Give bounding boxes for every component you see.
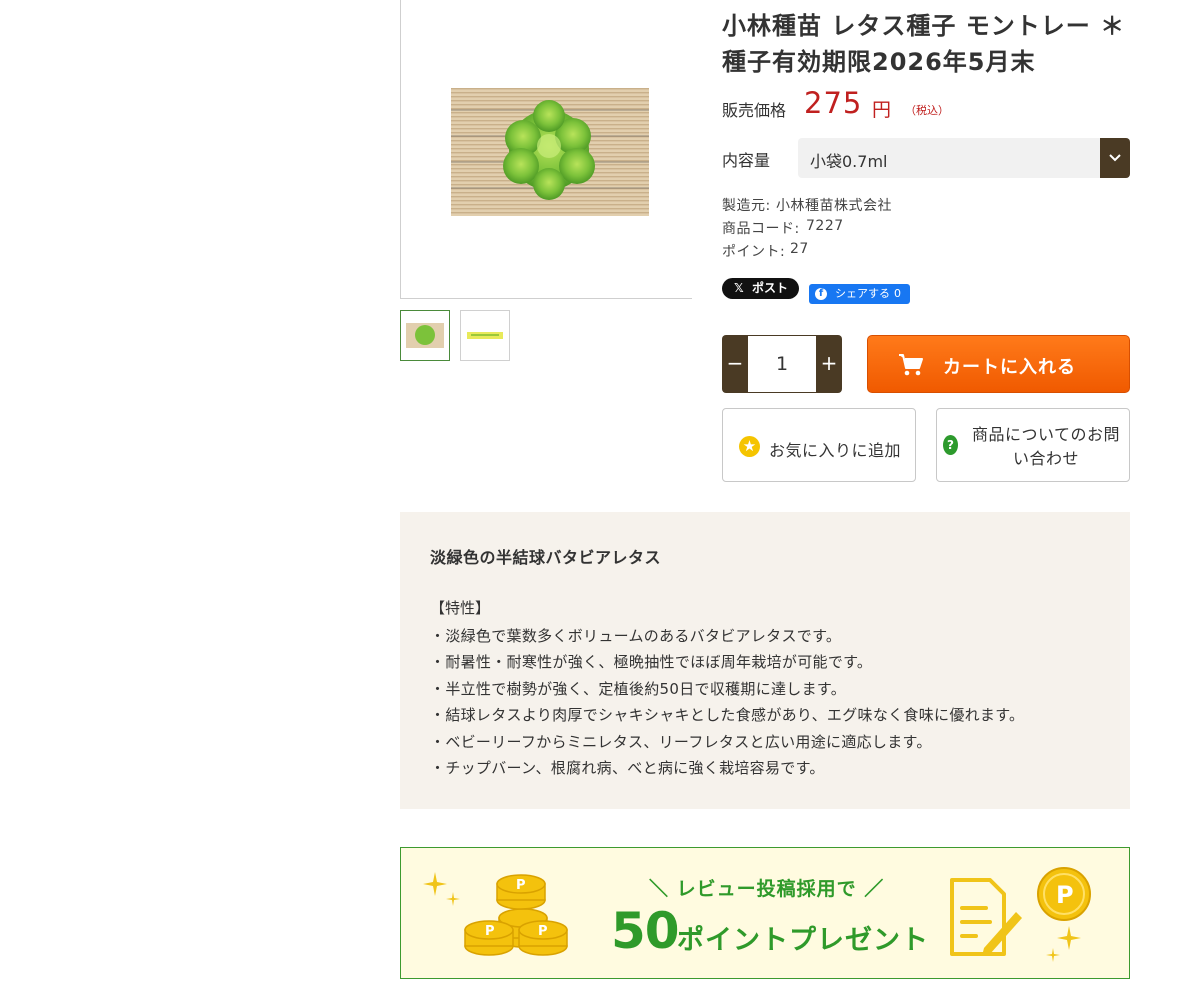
svg-text:P: P (516, 878, 526, 893)
star-icon: ★ (739, 436, 760, 457)
point-label: ポイント: (722, 244, 786, 260)
document-pen-icon (950, 878, 1022, 956)
chevron-down-icon[interactable] (1100, 138, 1130, 178)
cart-icon (899, 354, 923, 376)
selected-option: 小袋0.7ml (810, 152, 888, 171)
facebook-share-button[interactable]: f シェアする 0 (809, 284, 910, 304)
add-to-cart-label: カートに入れる (943, 357, 1076, 378)
x-logo-icon: 𝕏 (734, 281, 744, 295)
feature-item: 結球レタスより肉厚でシャキシャキとした食感があり、エグ味なく食味に優れます。 (430, 702, 1024, 728)
add-favorite-button[interactable]: ★ お気に入りに追加 (722, 408, 916, 482)
facebook-icon: f (815, 288, 827, 300)
features-heading: 【特性】 (430, 599, 491, 617)
add-to-cart-button[interactable]: カートに入れる (867, 335, 1130, 393)
feature-item: チップバーン、根腐れ病、べと病に強く栽培容易です。 (430, 755, 1024, 781)
point-coin-icon: P (1037, 867, 1091, 921)
sparkle-icon (1046, 926, 1081, 962)
banner-headline: ＼ レビュー投稿採用で ／ (649, 878, 885, 900)
review-point-banner[interactable]: P P P ＼ レビュー投稿採用で ／ 50 ポイントプレゼント P (400, 847, 1130, 979)
product-code-label: 商品コード: (722, 221, 800, 237)
quantity-label: 内容量 (722, 151, 771, 170)
coins-icon: P P P (464, 874, 568, 956)
product-inquiry-button[interactable]: ? 商品についてのお問い合わせ (936, 408, 1130, 482)
price-value: 275 (804, 86, 863, 120)
x-post-label: ポスト (752, 281, 789, 295)
increment-button[interactable]: + (816, 335, 842, 393)
thumbnail-seed-packet[interactable] (460, 310, 510, 361)
product-code-value: 7227 (806, 218, 844, 234)
maker-label: 製造元: (722, 198, 771, 214)
product-description: 淡緑色の半結球バタビアレタス 【特性】 淡緑色で葉数多くボリュームのあるバタビア… (400, 512, 1130, 809)
svg-text:P: P (485, 924, 495, 939)
product-main-image (400, 0, 692, 299)
quantity-input[interactable]: 1 (748, 335, 816, 393)
thumbnail-lettuce[interactable] (400, 310, 450, 361)
tax-note: （税込） (905, 104, 949, 117)
feature-item: 半立性で樹勢が強く、定植後約50日で収穫期に達します。 (430, 676, 1024, 702)
product-title: 小林種苗 レタス種子 モントレー ＊種子有効期限2026年5月末 (722, 12, 1126, 76)
svg-text:P: P (1056, 881, 1074, 909)
facebook-share-count: 0 (894, 287, 901, 300)
description-heading: 淡緑色の半結球バタビアレタス (430, 548, 662, 567)
price-label: 販売価格 (722, 101, 787, 120)
point-value: 27 (790, 241, 809, 257)
banner-point-number: 50 (611, 902, 680, 960)
lettuce-photo (451, 88, 649, 216)
quantity-stepper: − 1 + (722, 335, 842, 393)
banner-subline: ポイントプレゼント (677, 925, 929, 956)
content-select[interactable]: 小袋0.7ml (798, 138, 1130, 178)
sparkle-icon (423, 872, 460, 906)
feature-item: 淡緑色で葉数多くボリュームのあるバタビアレタスです。 (430, 623, 1024, 649)
feature-item: ベビーリーフからミニレタス、リーフレタスと広い用途に適応します。 (430, 729, 1024, 755)
product-inquiry-label: 商品についてのお問い合わせ (971, 425, 1121, 468)
feature-list: 淡緑色で葉数多くボリュームのあるバタビアレタスです。 耐暑性・耐寒性が強く、極晩… (430, 623, 1024, 781)
svg-text:P: P (538, 924, 548, 939)
price-unit: 円 (872, 99, 892, 121)
add-favorite-label: お気に入りに追加 (769, 441, 902, 460)
question-icon: ? (943, 435, 958, 455)
decrement-button[interactable]: − (722, 335, 748, 393)
facebook-share-label: シェアする (835, 287, 890, 300)
maker-value: 小林種苗株式会社 (776, 198, 892, 214)
feature-item: 耐暑性・耐寒性が強く、極晩抽性でほぼ周年栽培が可能です。 (430, 649, 1024, 675)
x-post-button[interactable]: 𝕏 ポスト (722, 278, 799, 299)
